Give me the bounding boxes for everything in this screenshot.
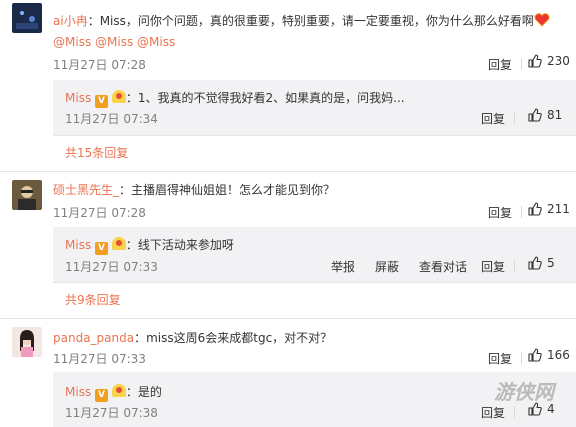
reply-username[interactable]: Miss: [65, 91, 91, 105]
reply-button[interactable]: 回复: [488, 204, 512, 221]
verified-badge-icon: V: [95, 242, 109, 255]
reply-button[interactable]: 回复: [481, 404, 505, 421]
divider: [0, 171, 576, 172]
action-divider: [514, 406, 515, 418]
reply-time: 11月27日 07:38: [65, 406, 158, 420]
comment-time: 11月27日 07:28: [53, 206, 146, 220]
reply-line: Miss V ：是的: [65, 383, 162, 402]
reply-button[interactable]: 回复: [488, 350, 512, 367]
comment-time: 11月27日 07:28: [53, 58, 146, 72]
divider: [53, 135, 576, 136]
like-button[interactable]: 166: [528, 348, 570, 362]
level-badge-icon: [111, 237, 126, 250]
report-button[interactable]: 举报: [331, 258, 355, 275]
reply-username[interactable]: Miss: [65, 385, 91, 399]
reply-button[interactable]: 回复: [488, 56, 512, 73]
avatar[interactable]: [12, 327, 42, 357]
comment-line: ai小冉：Miss，问你个问题，真的很重要，特别重要，请一定要重视，你为什么那么…: [53, 12, 550, 29]
avatar[interactable]: [12, 180, 42, 210]
comment-username[interactable]: panda_panda: [53, 331, 134, 345]
reply-button[interactable]: 回复: [481, 258, 505, 275]
more-replies-link[interactable]: 共9条回复: [65, 291, 121, 308]
thumbs-up-icon: [528, 348, 542, 362]
like-count: 5: [547, 256, 555, 270]
reply-line: Miss V ：线下活动来参加呀: [65, 236, 234, 255]
like-count: 211: [547, 202, 570, 216]
reply-time: 11月27日 07:34: [65, 112, 158, 126]
comment-time: 11月27日 07:33: [53, 352, 146, 366]
thumbs-up-icon: [528, 108, 542, 122]
heart-emoji-icon: [534, 13, 550, 27]
reply-username[interactable]: Miss: [65, 238, 91, 252]
comment-text: ：Miss，问你个问题，真的很重要，特别重要，请一定要重视，你为什么那么好看啊: [87, 14, 534, 28]
like-button[interactable]: 211: [528, 202, 570, 216]
level-badge-icon: [111, 90, 126, 103]
level-badge-icon: [111, 384, 126, 397]
comment-text: ：miss这周6会来成都tgc，对不对？: [134, 331, 333, 345]
like-count: 166: [547, 348, 570, 362]
divider: [53, 282, 576, 283]
action-divider: [521, 58, 522, 70]
like-button[interactable]: 230: [528, 54, 570, 68]
comment-text: ：主播眉得神仙姐姐！怎么才能见到你？: [119, 183, 336, 197]
reply-button[interactable]: 回复: [481, 110, 505, 127]
comment-username[interactable]: ai小冉: [53, 14, 88, 28]
like-button[interactable]: 5: [528, 256, 555, 270]
like-count: 230: [547, 54, 570, 68]
avatar[interactable]: [12, 3, 42, 33]
reply-text: ：线下活动来参加呀: [125, 238, 234, 252]
reply-line: Miss V ：1、我真的不觉得我好看2、如果真的是，问我妈...: [65, 89, 405, 108]
verified-badge-icon: V: [95, 389, 109, 402]
divider: [0, 318, 576, 319]
action-divider: [514, 260, 515, 272]
verified-badge-icon: V: [95, 95, 109, 108]
reply-text: ：是的: [125, 385, 162, 399]
comment-username[interactable]: 硕士黑先生_: [53, 183, 119, 197]
watermark: 游侠网: [494, 380, 554, 404]
action-divider: [521, 352, 522, 364]
action-divider: [514, 112, 515, 124]
thumbs-up-icon: [528, 256, 542, 270]
action-divider: [521, 206, 522, 218]
view-dialog-button[interactable]: 查看对话: [419, 258, 467, 275]
reply-time: 11月27日 07:33: [65, 260, 158, 274]
like-count: 81: [547, 108, 563, 122]
reply-text: ：1、我真的不觉得我好看2、如果真的是，问我妈...: [125, 91, 405, 105]
comment-line: 硕士黑先生_：主播眉得神仙姐姐！怎么才能见到你？: [53, 181, 335, 198]
thumbs-up-icon: [528, 54, 542, 68]
comment-line: panda_panda：miss这周6会来成都tgc，对不对？: [53, 329, 332, 346]
like-button[interactable]: 81: [528, 108, 562, 122]
thumbs-up-icon: [528, 202, 542, 216]
comment-mentions[interactable]: @Miss @Miss @Miss: [53, 35, 175, 49]
more-replies-link[interactable]: 共15条回复: [65, 144, 128, 161]
block-button[interactable]: 屏蔽: [375, 258, 399, 275]
